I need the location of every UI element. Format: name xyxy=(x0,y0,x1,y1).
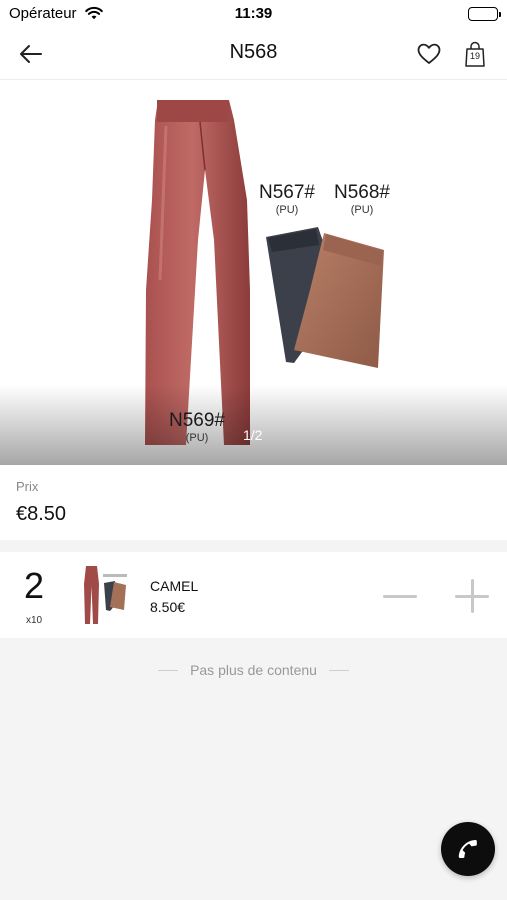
variant-row: 2 x10 CAMEL 8.50€ xyxy=(0,552,507,638)
variant-thumbnail[interactable] xyxy=(80,564,130,626)
favorite-button[interactable] xyxy=(413,38,445,70)
material-label: (PU) xyxy=(275,204,299,216)
variant-thumbnail-image xyxy=(84,566,127,624)
cart-button[interactable]: 19 xyxy=(459,38,491,70)
material-label: (PU) xyxy=(185,432,209,444)
divider xyxy=(158,669,179,671)
variant-unit-price: 8.50€ xyxy=(150,599,186,615)
divider xyxy=(328,669,349,671)
price-label: Prix xyxy=(16,479,39,494)
price-value: €8.50 xyxy=(16,503,67,525)
arrow-left-icon xyxy=(20,45,42,63)
product-code-label: N567# (PU) xyxy=(254,183,320,216)
call-button[interactable] xyxy=(441,822,495,876)
nav-bar: N568 19 xyxy=(0,28,507,80)
decrement-button[interactable] xyxy=(380,578,420,614)
gallery-bottom-shade xyxy=(0,385,507,465)
phone-icon xyxy=(458,840,477,858)
heart-icon xyxy=(417,43,441,64)
status-bar: Opérateur 11:39 xyxy=(0,0,507,28)
variant-color-name: CAMEL xyxy=(150,578,199,594)
cart-count-badge: 19 xyxy=(469,51,480,61)
product-image-gallery[interactable]: N567# (PU) N568# (PU) N569# (PU) 1/2 xyxy=(0,80,507,465)
battery-icon xyxy=(468,7,501,21)
product-detail-page: Opérateur 11:39 N568 19 N567# (PU) N568#… xyxy=(0,0,507,900)
increment-button[interactable] xyxy=(452,578,492,614)
end-of-content-text: Pas plus de contenu xyxy=(190,662,317,678)
material-label: (PU) xyxy=(350,204,374,216)
product-code-label: N568# (PU) xyxy=(329,183,395,216)
gallery-page-indicator: 1/2 xyxy=(243,427,263,443)
minus-icon xyxy=(383,594,417,598)
status-time: 11:39 xyxy=(234,5,273,22)
end-of-content: Pas plus de contenu xyxy=(0,660,507,680)
quantity-value: 2 xyxy=(23,565,45,606)
product-code-label: N569# (PU) xyxy=(164,411,230,444)
quantity-unit: x10 xyxy=(25,615,43,626)
back-button[interactable] xyxy=(14,38,48,70)
price-section: Prix €8.50 xyxy=(0,465,507,540)
